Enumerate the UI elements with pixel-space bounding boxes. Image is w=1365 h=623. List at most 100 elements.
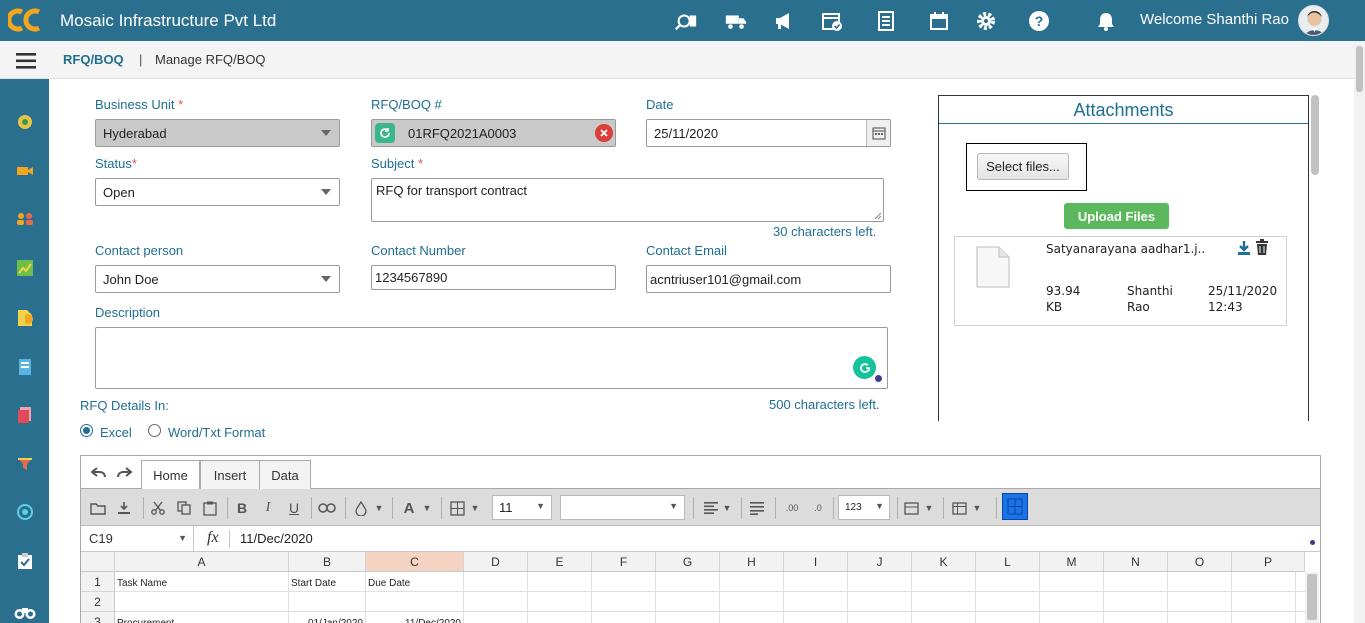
cell-c1[interactable]: Due Date <box>366 572 464 592</box>
upload-files-button[interactable]: Upload Files <box>1064 203 1169 229</box>
download-icon[interactable] <box>1237 240 1251 256</box>
sidebar-clipboard-icon[interactable] <box>14 550 36 572</box>
column-header[interactable]: K <box>912 552 976 572</box>
bold-icon[interactable]: B <box>232 498 252 518</box>
table-icon[interactable] <box>949 498 969 518</box>
word-format-radio[interactable] <box>148 424 161 437</box>
tab-insert[interactable]: Insert <box>200 460 260 490</box>
font-size-select[interactable]: 11 ▼ <box>492 495 552 520</box>
cell-b3[interactable]: 01/Jan/2020 <box>289 612 366 623</box>
column-header[interactable]: B <box>289 552 366 572</box>
open-folder-icon[interactable] <box>88 498 108 518</box>
sidebar-filter-icon[interactable] <box>14 453 36 475</box>
sidebar-document-icon[interactable] <box>14 307 36 329</box>
description-input[interactable] <box>95 327 888 389</box>
gridlines-toggle-icon[interactable] <box>1002 493 1028 520</box>
trash-icon[interactable] <box>1255 239 1269 256</box>
sidebar-binoculars-icon[interactable] <box>14 601 36 623</box>
page-scrollbar-thumb[interactable] <box>1356 46 1363 92</box>
excel-radio-label[interactable]: Excel <box>100 425 132 440</box>
date-field[interactable]: 25/11/2020 <box>646 119 891 147</box>
menu-icon[interactable] <box>16 53 36 69</box>
clear-icon[interactable] <box>595 124 613 142</box>
column-header[interactable]: O <box>1168 552 1232 572</box>
chevron-down-icon[interactable]: ▼ <box>717 498 737 518</box>
cell-b2[interactable] <box>289 592 366 612</box>
column-header-selected[interactable]: C <box>366 552 464 572</box>
increase-decimal-icon[interactable]: .00 <box>782 498 802 518</box>
tab-home[interactable]: Home <box>141 460 200 490</box>
select-files-button[interactable]: Select files... <box>977 153 1069 180</box>
cell-c3[interactable]: 11/Dec/2020 <box>366 612 464 623</box>
gear-icon[interactable] <box>974 9 998 33</box>
number-format-select[interactable]: 123 ▼ <box>838 495 890 520</box>
search-report-icon[interactable] <box>674 9 698 33</box>
row-header[interactable]: 3 <box>81 612 115 623</box>
cut-icon[interactable] <box>148 498 168 518</box>
status-select[interactable]: Open <box>95 178 340 206</box>
page-scrollbar[interactable] <box>1354 41 1365 623</box>
decrease-decimal-icon[interactable]: .0 <box>808 498 828 518</box>
row-header[interactable]: 2 <box>81 592 115 612</box>
column-header[interactable]: A <box>115 552 289 572</box>
column-header[interactable]: I <box>784 552 848 572</box>
bell-icon[interactable] <box>1094 9 1118 33</box>
sidebar-files-icon[interactable] <box>14 404 36 426</box>
attachments-scrollbar[interactable] <box>1311 95 1319 175</box>
underline-icon[interactable]: U <box>284 498 304 518</box>
column-header[interactable]: P <box>1232 552 1305 572</box>
sidebar-video-icon[interactable] <box>14 160 36 182</box>
cell-a1[interactable]: Task Name <box>115 572 289 592</box>
spreadsheet-scrollbar-thumb[interactable] <box>1307 574 1317 620</box>
breadcrumb-section[interactable]: RFQ/BOQ <box>63 52 124 67</box>
excel-radio[interactable] <box>80 424 93 437</box>
calendar-icon[interactable] <box>927 9 951 33</box>
subject-input[interactable]: RFQ for transport contract <box>371 178 884 222</box>
sidebar-book-icon[interactable] <box>14 356 36 378</box>
truck-icon[interactable] <box>724 9 748 33</box>
sidebar-users-icon[interactable] <box>14 208 36 230</box>
merge-cells-icon[interactable] <box>901 498 921 518</box>
contact-number-input[interactable]: 1234567890 <box>371 265 616 290</box>
refresh-icon[interactable] <box>375 123 395 143</box>
column-header[interactable]: E <box>528 552 592 572</box>
column-header[interactable]: M <box>1040 552 1104 572</box>
cell-b1[interactable]: Start Date <box>289 572 366 592</box>
sidebar-dashboard-icon[interactable] <box>14 111 36 133</box>
avatar[interactable] <box>1298 5 1329 36</box>
copy-icon[interactable] <box>174 498 194 518</box>
chevron-down-icon[interactable]: ▼ <box>465 498 485 518</box>
borders-icon[interactable] <box>447 498 467 518</box>
chevron-down-icon[interactable]: ▼ <box>417 498 437 518</box>
word-format-radio-label[interactable]: Word/Txt Format <box>168 425 265 440</box>
italic-icon[interactable]: I <box>258 498 278 518</box>
fill-color-icon[interactable] <box>351 498 371 518</box>
calendar-check-icon[interactable] <box>820 9 844 33</box>
corner-header[interactable] <box>81 552 115 572</box>
row-header[interactable]: 1 <box>81 572 115 592</box>
company-logo[interactable] <box>8 6 44 34</box>
formula-input[interactable]: 11/Dec/2020 <box>240 531 313 546</box>
wrap-text-icon[interactable] <box>747 498 767 518</box>
column-header[interactable]: N <box>1104 552 1168 572</box>
business-unit-select[interactable]: Hyderabad <box>95 119 340 147</box>
column-header[interactable]: H <box>720 552 784 572</box>
resize-handle-icon[interactable] <box>874 212 882 220</box>
column-header[interactable]: J <box>848 552 912 572</box>
cell-c2[interactable] <box>366 592 464 612</box>
file-name[interactable]: Satyanarayana aadhar1.j.. <box>1046 241 1205 257</box>
cell-reference-select[interactable]: C19 ▼ <box>81 526 194 551</box>
help-icon[interactable]: ? <box>1027 9 1051 33</box>
column-header[interactable]: F <box>592 552 656 572</box>
font-color-icon[interactable]: A <box>399 498 419 518</box>
contact-email-input[interactable]: acntriuser101@gmail.com <box>646 265 891 293</box>
list-icon[interactable] <box>874 9 898 33</box>
grid-cells[interactable] <box>464 572 1305 623</box>
redo-icon[interactable] <box>116 466 132 480</box>
column-header[interactable]: D <box>464 552 528 572</box>
paste-icon[interactable] <box>200 498 220 518</box>
cell-a2[interactable] <box>115 592 289 612</box>
font-family-select[interactable]: ▼ <box>560 495 685 520</box>
chevron-down-icon[interactable]: ▼ <box>369 498 389 518</box>
chevron-down-icon[interactable]: ▼ <box>967 498 987 518</box>
